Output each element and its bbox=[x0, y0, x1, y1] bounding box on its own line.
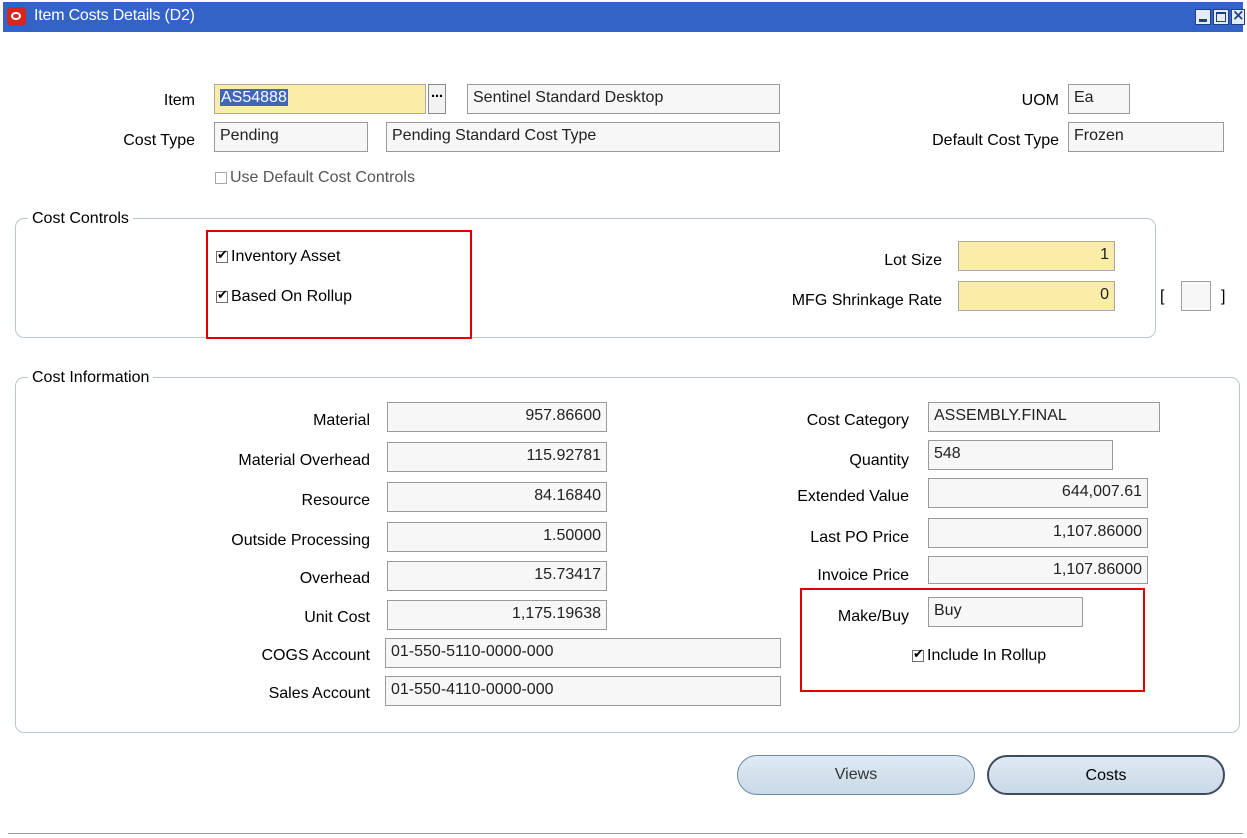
mfg-shrinkage-rate-field[interactable]: 0 bbox=[958, 281, 1115, 311]
window-title: Item Costs Details (D2) bbox=[34, 7, 195, 24]
material-overhead-field[interactable]: 115.92781 bbox=[387, 442, 607, 472]
overhead-label: Overhead bbox=[299, 570, 370, 587]
material-overhead-label: Material Overhead bbox=[238, 452, 370, 469]
maximize-icon[interactable] bbox=[1213, 9, 1229, 25]
mfg-shrinkage-rate-label: MFG Shrinkage Rate bbox=[791, 292, 942, 309]
last-po-price-label: Last PO Price bbox=[810, 529, 909, 546]
minimize-icon[interactable] bbox=[1195, 9, 1211, 25]
use-default-cost-controls-label: Use Default Cost Controls bbox=[230, 169, 415, 186]
quantity-field[interactable]: 548 bbox=[928, 440, 1113, 470]
item-field[interactable]: AS54888 bbox=[214, 84, 426, 114]
default-cost-type-field[interactable]: Frozen bbox=[1068, 122, 1224, 152]
outside-processing-label: Outside Processing bbox=[231, 532, 370, 549]
resource-label: Resource bbox=[301, 492, 370, 509]
cost-type-field[interactable]: Pending bbox=[214, 122, 368, 152]
quantity-label: Quantity bbox=[849, 452, 909, 469]
bracket-open: [ bbox=[1160, 288, 1165, 305]
material-field[interactable]: 957.86600 bbox=[387, 402, 607, 432]
overhead-field[interactable]: 15.73417 bbox=[387, 561, 607, 591]
sales-account-label: Sales Account bbox=[268, 685, 370, 702]
costs-button[interactable]: Costs bbox=[987, 755, 1225, 795]
item-description-field[interactable]: Sentinel Standard Desktop bbox=[467, 84, 780, 114]
extended-value-field[interactable]: 644,007.61 bbox=[928, 478, 1148, 508]
descriptive-flexfield[interactable] bbox=[1181, 281, 1211, 311]
item-label: Item bbox=[163, 92, 195, 109]
sales-account-field[interactable]: 01-550-4110-0000-000 bbox=[385, 676, 781, 706]
extended-value-label: Extended Value bbox=[797, 488, 909, 505]
highlight-box-cost-controls bbox=[206, 230, 472, 339]
item-value: AS54888 bbox=[220, 89, 288, 106]
material-label: Material bbox=[313, 412, 370, 429]
invoice-price-field[interactable]: 1,107.86000 bbox=[928, 556, 1148, 584]
uom-field[interactable]: Ea bbox=[1068, 84, 1130, 114]
cost-type-label: Cost Type bbox=[123, 132, 195, 149]
lot-size-field[interactable]: 1 bbox=[958, 241, 1115, 271]
window-bottom-border bbox=[8, 833, 1243, 834]
oracle-logo-icon bbox=[7, 7, 26, 26]
cost-type-description-field[interactable]: Pending Standard Cost Type bbox=[386, 122, 780, 152]
cost-controls-group bbox=[15, 218, 1156, 338]
resource-field[interactable]: 84.16840 bbox=[387, 482, 607, 512]
unit-cost-field[interactable]: 1,175.19638 bbox=[387, 600, 607, 630]
cogs-account-field[interactable]: 01-550-5110-0000-000 bbox=[385, 638, 781, 668]
item-costs-window: Item Costs Details (D2) × Item AS54888 ⋯… bbox=[0, 0, 1247, 838]
cogs-account-label: COGS Account bbox=[261, 647, 371, 664]
close-icon[interactable]: × bbox=[1231, 6, 1245, 25]
cost-information-title: Cost Information bbox=[28, 369, 154, 387]
title-bar[interactable]: Item Costs Details (D2) × bbox=[3, 2, 1245, 32]
outside-processing-field[interactable]: 1.50000 bbox=[387, 522, 607, 552]
lot-size-label: Lot Size bbox=[884, 252, 942, 269]
item-lov-button[interactable]: ⋯ bbox=[428, 84, 446, 114]
views-button[interactable]: Views bbox=[737, 755, 975, 795]
cost-category-label: Cost Category bbox=[806, 412, 909, 429]
default-cost-type-label: Default Cost Type bbox=[932, 132, 1059, 149]
uom-label: UOM bbox=[1021, 92, 1059, 109]
bracket-close: ] bbox=[1221, 288, 1226, 305]
use-default-cost-controls-checkbox[interactable]: Use Default Cost Controls bbox=[215, 169, 415, 187]
cost-category-field[interactable]: ASSEMBLY.FINAL bbox=[928, 402, 1160, 432]
unit-cost-label: Unit Cost bbox=[304, 609, 370, 626]
cost-controls-title: Cost Controls bbox=[28, 210, 133, 228]
invoice-price-label: Invoice Price bbox=[817, 567, 909, 584]
last-po-price-field[interactable]: 1,107.86000 bbox=[928, 518, 1148, 548]
checkbox-box bbox=[215, 172, 227, 184]
highlight-box-make-buy bbox=[800, 588, 1145, 692]
